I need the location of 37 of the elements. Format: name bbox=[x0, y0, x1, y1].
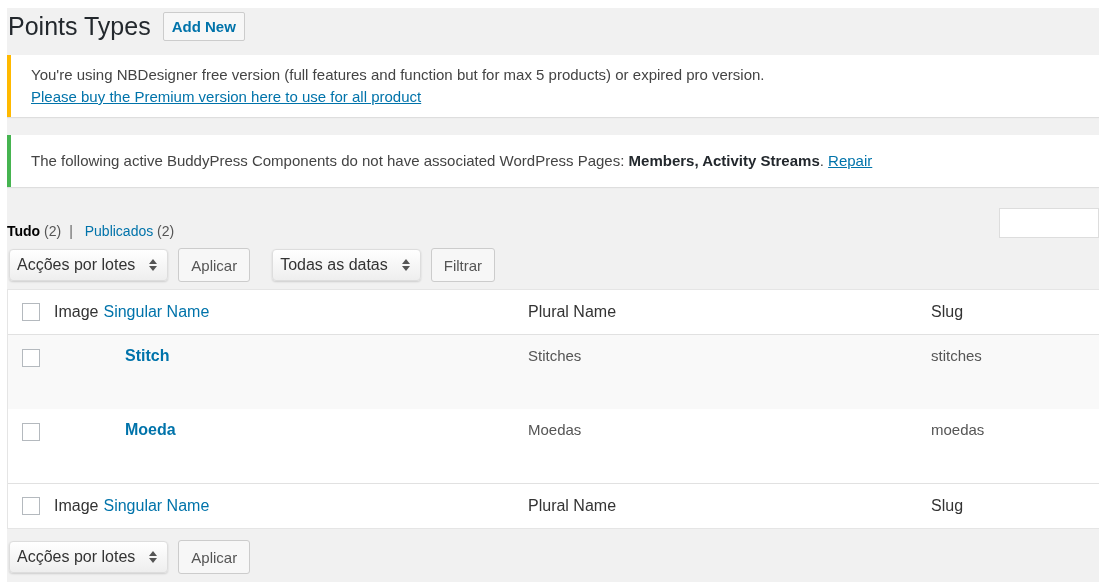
item-title-link[interactable]: Moeda bbox=[125, 421, 176, 439]
table-cell: Stitches bbox=[528, 347, 582, 364]
separator: | bbox=[69, 223, 73, 239]
row-checkbox[interactable] bbox=[22, 423, 40, 441]
updown-icon bbox=[149, 551, 158, 563]
column-header: Slug bbox=[931, 303, 964, 320]
row-checkbox[interactable] bbox=[22, 496, 40, 515]
page-title: Points Types bbox=[8, 11, 151, 41]
item-title-link[interactable]: Stitch bbox=[125, 347, 170, 365]
column-header: Image bbox=[54, 497, 99, 515]
add-new-button[interactable]: Add New bbox=[162, 11, 245, 41]
column-header-link[interactable]: Singular Name bbox=[103, 303, 210, 321]
notice-text: You're using NBDesigner free version (full features and function but for max 5 products) or expired pro version. bbox=[31, 65, 766, 85]
column-header-link[interactable]: Singular Name bbox=[103, 497, 210, 515]
dropdown[interactable]: Todas as datas bbox=[272, 249, 421, 281]
table-cell: stitches bbox=[931, 347, 982, 364]
row-checkbox[interactable] bbox=[22, 302, 40, 321]
dropdown[interactable]: Acções por lotes bbox=[9, 249, 169, 281]
column-header: Plural Name bbox=[528, 497, 617, 514]
table-cell: moedas bbox=[931, 421, 985, 438]
repair-link[interactable]: Repair bbox=[828, 152, 873, 169]
column-header: Image bbox=[54, 303, 99, 321]
premium-link[interactable]: Please buy the Premium version here to use for all product bbox=[31, 88, 422, 105]
notice-text: The following active BuddyPress Components do not have associated WordPress Pages: Members, Activity Streams. Repair bbox=[31, 151, 874, 171]
apply-button[interactable]: Aplicar bbox=[178, 248, 251, 282]
apply-button[interactable]: Aplicar bbox=[178, 540, 251, 574]
table-cell: Moedas bbox=[528, 421, 582, 438]
dropdown[interactable]: Acções por lotes bbox=[9, 541, 169, 573]
view-filter-link[interactable]: Publicados (2) bbox=[84, 223, 175, 239]
filter-button[interactable]: Filtrar bbox=[430, 248, 496, 282]
column-header: Slug bbox=[931, 497, 964, 514]
column-header: Plural Name bbox=[528, 303, 617, 320]
updown-icon bbox=[401, 259, 410, 271]
updown-icon bbox=[149, 259, 158, 271]
search-field[interactable] bbox=[999, 208, 1099, 238]
row-checkbox[interactable] bbox=[22, 349, 40, 367]
view-filter-link[interactable]: Tudo (2) bbox=[7, 223, 62, 239]
